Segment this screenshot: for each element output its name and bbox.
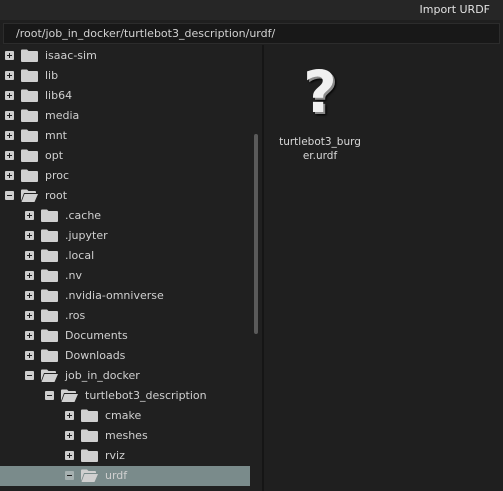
tree-row-label: .cache — [65, 209, 102, 222]
folder-icon — [21, 69, 38, 82]
tree-row-label: turtlebot3_description — [85, 389, 207, 402]
tree-row-label: isaac-sim — [45, 49, 97, 62]
folder-open-icon — [21, 189, 38, 202]
expand-icon[interactable] — [5, 51, 14, 60]
tree-row[interactable]: Documents — [0, 326, 250, 346]
collapse-icon[interactable] — [45, 391, 54, 400]
file-item[interactable]: ? turtlebot3_burger.urdf — [278, 63, 362, 163]
folder-icon — [41, 209, 58, 222]
expand-icon[interactable] — [5, 131, 14, 140]
tree-row[interactable]: turtlebot3_description — [0, 386, 250, 406]
folder-icon — [21, 49, 38, 62]
folder-icon — [41, 309, 58, 322]
tree-row[interactable]: lib64 — [0, 86, 250, 106]
folder-icon — [81, 409, 98, 422]
tree-row[interactable]: .jupyter — [0, 226, 250, 246]
tree-row[interactable]: job_in_docker — [0, 366, 250, 386]
title-bar: Import URDF — [0, 0, 503, 20]
folder-icon — [21, 129, 38, 142]
folder-open-icon — [61, 389, 78, 402]
tree-row-label: .ros — [65, 309, 86, 322]
tree-row-label: lib — [45, 69, 59, 82]
folder-icon — [41, 349, 58, 362]
folder-icon — [81, 449, 98, 462]
expand-icon[interactable] — [5, 151, 14, 160]
folder-open-icon — [81, 469, 98, 482]
expand-icon[interactable] — [65, 431, 74, 440]
unknown-file-question-icon: ? — [303, 58, 337, 126]
tree-row[interactable]: .nvidia-omniverse — [0, 286, 250, 306]
expand-icon[interactable] — [5, 71, 14, 80]
tree-row[interactable]: .ros — [0, 306, 250, 326]
tree-row-label: Documents — [65, 329, 128, 342]
window-title: Import URDF — [419, 3, 491, 16]
tree-row[interactable]: cmake — [0, 406, 250, 426]
tree-row[interactable]: meshes — [0, 426, 250, 446]
tree-row-label: job_in_docker — [65, 369, 140, 382]
tree-row-label: meshes — [105, 429, 148, 442]
tree-row[interactable]: proc — [0, 166, 250, 186]
tree-row-label: lib64 — [45, 89, 73, 102]
tree-row-label: .nv — [65, 269, 82, 282]
collapse-icon[interactable] — [25, 371, 34, 380]
tree-row-label: Downloads — [65, 349, 126, 362]
tree-row[interactable]: mnt — [0, 126, 250, 146]
expand-icon[interactable] — [25, 271, 34, 280]
tree-row-label: .nvidia-omniverse — [65, 289, 164, 302]
tree-row[interactable]: .nv — [0, 266, 250, 286]
tree-row[interactable]: media — [0, 106, 250, 126]
folder-icon — [41, 229, 58, 242]
tree-row-label: rviz — [105, 449, 125, 462]
expand-icon[interactable] — [25, 211, 34, 220]
expand-icon[interactable] — [65, 411, 74, 420]
expand-icon[interactable] — [25, 331, 34, 340]
file-view: ? turtlebot3_burger.urdf — [264, 45, 503, 491]
folder-icon — [81, 429, 98, 442]
tree-scrollbar[interactable] — [254, 134, 258, 334]
tree-row-label: root — [45, 189, 68, 202]
tree-row[interactable]: isaac-sim — [0, 46, 250, 66]
path-value: /root/job_in_docker/turtlebot3_descripti… — [16, 27, 276, 40]
folder-open-icon — [41, 369, 58, 382]
folder-icon — [21, 169, 38, 182]
tree-row-label: media — [45, 109, 80, 122]
directory-tree[interactable]: isaac-sim lib lib64 media mnt opt proc root .cac… — [0, 45, 262, 491]
tree-row[interactable]: root — [0, 186, 250, 206]
tree-row[interactable]: opt — [0, 146, 250, 166]
file-name: turtlebot3_burger.urdf — [279, 136, 361, 162]
expand-icon[interactable] — [65, 451, 74, 460]
folder-icon — [41, 269, 58, 282]
expand-icon[interactable] — [25, 251, 34, 260]
path-field[interactable]: /root/job_in_docker/turtlebot3_descripti… — [3, 23, 500, 44]
tree-row[interactable]: rviz — [0, 446, 250, 466]
folder-icon — [41, 289, 58, 302]
tree-row-label: cmake — [105, 409, 142, 422]
tree-row-label: opt — [45, 149, 64, 162]
collapse-icon[interactable] — [65, 471, 74, 480]
expand-icon[interactable] — [25, 351, 34, 360]
expand-icon[interactable] — [25, 291, 34, 300]
expand-icon[interactable] — [5, 171, 14, 180]
tree-row[interactable]: lib — [0, 66, 250, 86]
tree-row-label: .jupyter — [65, 229, 108, 242]
expand-icon[interactable] — [5, 91, 14, 100]
tree-row-label: .local — [65, 249, 95, 262]
folder-icon — [41, 329, 58, 342]
tree-row-label: mnt — [45, 129, 67, 142]
folder-icon — [21, 109, 38, 122]
folder-icon — [21, 149, 38, 162]
expand-icon[interactable] — [25, 231, 34, 240]
folder-icon — [41, 249, 58, 262]
tree-row-label: urdf — [105, 469, 128, 482]
folder-icon — [21, 89, 38, 102]
tree-row[interactable]: .cache — [0, 206, 250, 226]
tree-row-label: proc — [45, 169, 70, 182]
tree-row[interactable]: urdf — [0, 466, 250, 486]
collapse-icon[interactable] — [5, 191, 14, 200]
expand-icon[interactable] — [5, 111, 14, 120]
expand-icon[interactable] — [25, 311, 34, 320]
tree-row[interactable]: Downloads — [0, 346, 250, 366]
tree-row[interactable]: .local — [0, 246, 250, 266]
